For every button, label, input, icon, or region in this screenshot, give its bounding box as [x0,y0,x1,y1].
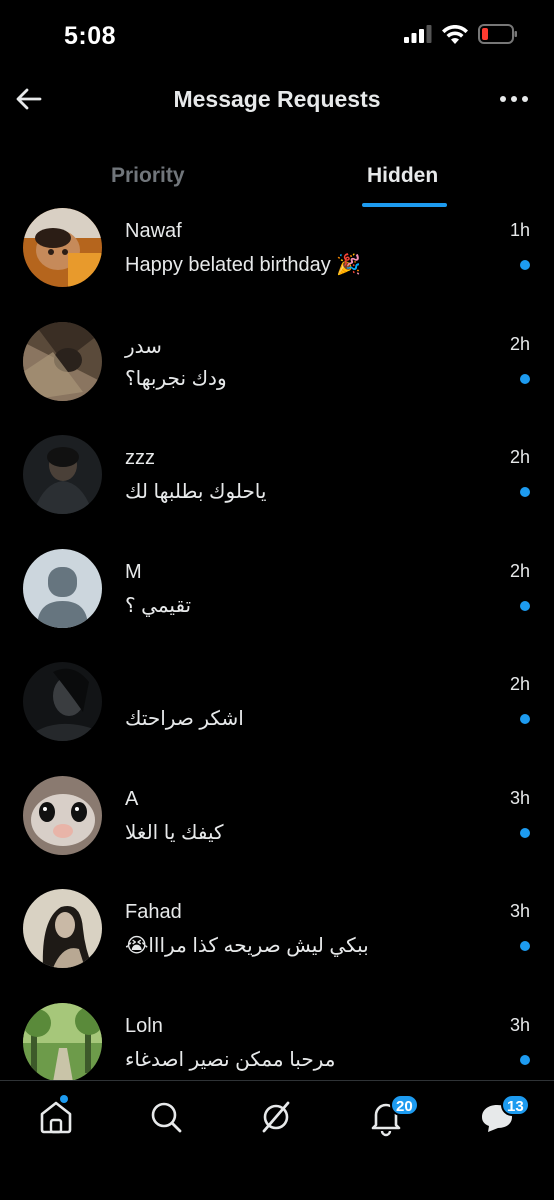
message-request-row[interactable]: M تقيمي ؟ 2h [0,548,554,663]
request-message-preview: Happy belated birthday 🎉 [125,254,362,276]
message-request-row[interactable]: A كيفك يا الغلا 3h [0,775,554,890]
message-request-row[interactable]: zzz ياحلوك بطلبها لك 2h [0,435,554,549]
notifications-badge: 20 [390,1094,419,1116]
wifi-icon [442,24,468,44]
request-sender-name: Loln [125,1014,163,1037]
request-timestamp: 2h [509,674,530,694]
request-message-preview: مرحبا ممكن نصير اصدغاء [125,1048,336,1071]
active-tab-indicator [362,203,447,207]
request-timestamp: 3h [509,901,530,921]
header: Message Requests [0,72,554,128]
unread-dot [520,827,530,838]
unread-dot [520,260,530,270]
avatar[interactable] [23,775,102,855]
unread-dot [520,373,530,384]
message-request-row[interactable]: Fahad ببكي ليش صريحه كذا مرااا😭 3h [0,889,554,1003]
avatar[interactable] [23,208,102,287]
page-title: Message Requests [173,86,381,112]
unread-dot [520,600,530,611]
avatar[interactable] [23,1002,102,1082]
message-request-row[interactable]: سدر ودك نجربها؟ 2h [0,321,554,436]
unread-dot [520,1054,530,1065]
messages-badge: 13 [501,1094,530,1116]
request-timestamp: 2h [509,333,530,354]
home-icon [40,1101,72,1134]
request-sender-name: Nawaf [125,220,182,242]
nav-messages[interactable]: 13 [477,1094,530,1137]
request-message-preview: كيفك يا الغلا [125,821,224,844]
avatar[interactable] [23,321,102,401]
request-timestamp: 2h [509,560,530,581]
request-timestamp: 1h [509,220,530,240]
avatar[interactable] [23,889,102,968]
request-sender-name: A [125,787,139,810]
tab-priority[interactable]: Priority [111,164,185,188]
status-bar: 5:08 [0,0,554,72]
status-icons [404,24,518,44]
nav-spaces[interactable] [256,1097,296,1137]
request-sender-name: Fahad [125,901,182,923]
request-message-preview: ببكي ليش صريحه كذا مرااا😭 [125,935,369,957]
request-message-preview: تقيمي ؟ [125,594,192,617]
message-request-row[interactable]: اشكر صراحتك 2h [0,662,554,776]
tab-bar: Priority Hidden [0,150,554,210]
bottom-navigation: 20 13 [0,1080,554,1200]
tab-hidden[interactable]: Hidden [367,164,438,188]
avatar[interactable] [23,662,102,741]
home-notification-dot [60,1095,68,1103]
request-timestamp: 2h [509,447,530,467]
default-avatar-icon[interactable] [23,548,102,628]
nav-notifications[interactable]: 20 [366,1094,419,1137]
unread-dot [520,487,530,497]
slash-circle-icon [262,1101,290,1133]
status-time: 5:08 [64,22,117,50]
request-sender-name: M [125,560,142,583]
message-request-row[interactable]: Nawaf Happy belated birthday 🎉 1h [0,208,554,322]
request-timestamp: 3h [509,1014,530,1035]
avatar[interactable] [23,435,102,514]
nav-home[interactable] [36,1095,76,1137]
unread-dot [520,714,530,724]
request-message-preview: ودك نجربها؟ [125,367,227,390]
battery-low-icon [478,24,517,44]
request-sender-name: zzz [125,447,155,469]
more-options-icon[interactable] [498,86,530,112]
request-message-preview: ياحلوك بطلبها لك [125,481,267,503]
cellular-signal-icon [404,25,432,43]
message-request-list: Nawaf Happy belated birthday 🎉 1h سدر ود… [0,208,554,1116]
request-timestamp: 3h [509,787,530,808]
request-sender-name: سدر [125,335,162,358]
unread-dot [520,941,530,951]
request-message-preview: اشكر صراحتك [125,708,244,730]
nav-search[interactable] [146,1097,186,1137]
search-icon [151,1102,182,1133]
